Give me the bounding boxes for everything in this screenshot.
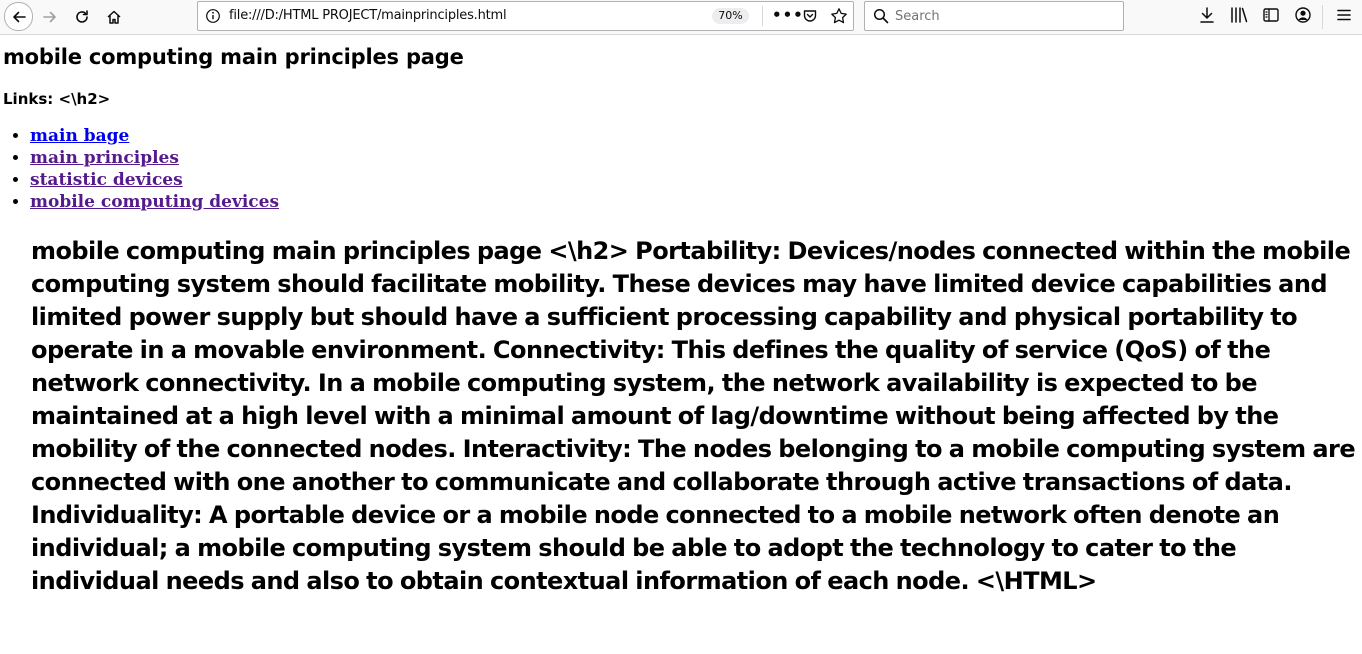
library-icon[interactable] <box>1229 6 1249 28</box>
forward-arrow-icon <box>43 11 56 23</box>
back-arrow-icon <box>12 11 26 22</box>
link-statistic-devices[interactable]: statistic devices <box>30 170 183 190</box>
download-icon[interactable] <box>1198 6 1216 28</box>
url-bar[interactable]: file:///D:/HTML PROJECT/mainprinciples.h… <box>197 1 854 31</box>
zoom-indicator[interactable]: 70% <box>712 8 749 24</box>
list-item: statistic devices <box>30 169 279 191</box>
search-bar[interactable] <box>864 1 1124 31</box>
hamburger-menu-icon[interactable] <box>1335 6 1353 28</box>
list-item: mobile computing devices <box>30 191 279 213</box>
page-title: mobile computing main principles page <box>3 45 464 69</box>
nav-links-list: main bage main principles statistic devi… <box>30 125 279 213</box>
url-text[interactable]: file:///D:/HTML PROJECT/mainprinciples.h… <box>229 8 507 23</box>
url-bar-separator <box>762 6 763 26</box>
link-main-principles[interactable]: main principles <box>30 148 179 168</box>
search-icon <box>873 8 889 28</box>
page-content: mobile computing main principles page Li… <box>0 35 1362 654</box>
links-label: Links: <\h2> <box>3 90 111 108</box>
pocket-icon[interactable] <box>802 8 818 28</box>
link-main-bage[interactable]: main bage <box>30 126 129 146</box>
principles-body-text: mobile computing main principles page <\… <box>31 237 1356 595</box>
info-icon[interactable] <box>205 8 221 28</box>
reload-icon <box>76 10 88 23</box>
home-icon <box>107 10 121 24</box>
star-icon[interactable] <box>830 7 848 29</box>
list-item: main principles <box>30 147 279 169</box>
search-input[interactable] <box>895 7 1115 25</box>
back-button[interactable] <box>4 2 33 31</box>
sidebar-icon[interactable] <box>1262 6 1280 28</box>
account-icon[interactable] <box>1294 6 1312 28</box>
link-mobile-computing-devices[interactable]: mobile computing devices <box>30 192 279 212</box>
toolbar-separator <box>1322 5 1323 29</box>
list-item: main bage <box>30 125 279 147</box>
browser-toolbar: file:///D:/HTML PROJECT/mainprinciples.h… <box>0 0 1362 35</box>
home-button[interactable] <box>100 3 128 31</box>
forward-button[interactable] <box>36 3 64 31</box>
more-icon[interactable]: ••• <box>772 6 804 24</box>
reload-button[interactable] <box>68 3 96 31</box>
